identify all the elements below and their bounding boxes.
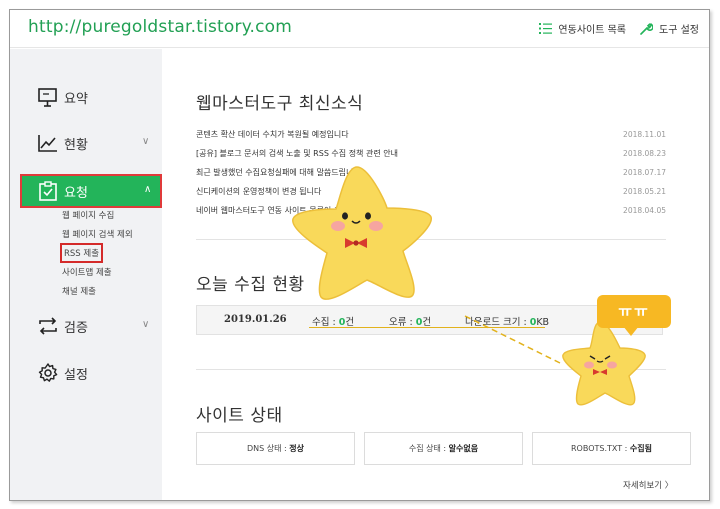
linked-sites-button[interactable]: 연동사이트 목록: [539, 21, 626, 36]
clipboard-check-icon: [39, 181, 57, 201]
browser-frame: http://puregoldstar.tistory.com 연동사이트 목록…: [9, 9, 710, 501]
sidebar-item-label: 요청: [64, 186, 88, 201]
news-date: 2018.08.23: [623, 149, 666, 158]
site-url[interactable]: http://puregoldstar.tistory.com: [28, 17, 292, 37]
chevron-up-icon: ∧: [144, 184, 152, 195]
news-text: [공유] 블로그 문서의 검색 노출 및 RSS 수집 정책 관련 안내: [196, 149, 398, 158]
news-text: 네이버 웹마스터도구 연동 사이트 목록이 추가되었습니다!: [196, 206, 389, 215]
sidebar: 요약 현황 ∨ 요청 ∧ 웹 페이지 수집 웹 페이지 검색 제외 RSS 제출…: [10, 49, 162, 500]
site-status-boxes: DNS 상태 : 정상 수집 상태 : 알수없음 ROBOTS.TXT : 수집…: [196, 432, 691, 465]
collect-stat: 수집 : 0건: [312, 317, 355, 328]
divider: [196, 239, 666, 240]
linked-sites-label: 연동사이트 목록: [558, 25, 627, 36]
chevron-down-icon: ∨: [142, 319, 150, 330]
news-text: 최근 발생했던 수집요청실패에 대해 말씀드립니다: [196, 168, 361, 177]
subitem-sitemap-submit[interactable]: 사이트맵 제출: [62, 266, 112, 278]
list-item[interactable]: [공유] 블로그 문서의 검색 노출 및 RSS 수집 정책 관련 안내 2018…: [196, 144, 666, 163]
sidebar-item-summary[interactable]: 요약: [20, 82, 162, 112]
download-stat: 다운로드 크기 : 0KB: [465, 317, 550, 328]
site-status-title: 사이트 상태: [196, 406, 283, 426]
news-text: 신디케이션의 운영정책이 변경 됩니다: [196, 187, 322, 196]
sync-arrows-icon: [39, 317, 57, 335]
sidebar-item-settings[interactable]: 설정: [20, 358, 162, 388]
wrench-icon: [640, 23, 654, 35]
list-item[interactable]: 최근 발생했던 수집요청실패에 대해 말씀드립니다 2018.07.17: [196, 163, 666, 182]
more-details-link[interactable]: 자세히보기 〉: [623, 479, 673, 491]
tool-settings-button[interactable]: 도구 설정: [640, 21, 699, 36]
list-icon: [539, 23, 553, 34]
list-item[interactable]: 콘텐츠 확산 데이터 수치가 복원될 예정입니다 2018.11.01: [196, 125, 666, 144]
subitem-channel-submit[interactable]: 채널 제출: [62, 285, 96, 297]
sidebar-item-label: 검증: [64, 321, 88, 336]
sidebar-item-verify[interactable]: 검증 ∨: [20, 311, 162, 341]
main-content: 웹마스터도구 최신소식 콘텐츠 확산 데이터 수치가 복원될 예정입니다 2018…: [163, 49, 709, 500]
sidebar-item-label: 현황: [64, 138, 88, 153]
tool-settings-label: 도구 설정: [659, 25, 699, 36]
subitem-rss-submit[interactable]: RSS 제출: [59, 243, 104, 263]
news-date: 2018.07.17: [623, 168, 666, 177]
collect-status-box: 수집 상태 : 알수없음: [364, 432, 523, 465]
news-text: 콘텐츠 확산 데이터 수치가 복원될 예정입니다: [196, 130, 349, 139]
subitem-page-collect[interactable]: 웹 페이지 수집: [62, 209, 114, 221]
dns-status-box: DNS 상태 : 정상: [196, 432, 355, 465]
sidebar-item-label: 요약: [64, 92, 88, 107]
robots-status-box: ROBOTS.TXT : 수집됨: [532, 432, 691, 465]
divider: [196, 369, 666, 370]
news-date: 2018.05.21: [623, 187, 666, 196]
gear-icon: [38, 363, 58, 382]
line-chart-icon: [38, 135, 57, 152]
sidebar-item-status[interactable]: 현황 ∨: [20, 128, 162, 158]
top-bar: http://puregoldstar.tistory.com 연동사이트 목록…: [10, 10, 709, 48]
news-date: 2018.11.01: [623, 130, 666, 139]
list-item[interactable]: 네이버 웹마스터도구 연동 사이트 목록이 추가되었습니다! 2018.04.05: [196, 201, 666, 220]
highlight-underline: [309, 327, 545, 328]
today-title: 오늘 수집 현황: [196, 275, 305, 295]
top-nav: 연동사이트 목록 도구 설정: [539, 21, 699, 36]
sidebar-item-request[interactable]: 요청 ∧: [20, 174, 162, 208]
list-item[interactable]: 신디케이션의 운영정책이 변경 됩니다 2018.05.21: [196, 182, 666, 201]
news-list: 콘텐츠 확산 데이터 수치가 복원될 예정입니다 2018.11.01 [공유] …: [196, 125, 666, 220]
speech-bubble-tail: [623, 326, 639, 336]
chevron-down-icon: ∨: [142, 136, 150, 147]
sidebar-item-label: 설정: [64, 368, 88, 383]
error-stat: 오류 : 0건: [389, 317, 432, 328]
presentation-board-icon: [38, 88, 57, 107]
today-date: 2019.01.26: [224, 314, 287, 325]
news-title: 웹마스터도구 최신소식: [196, 94, 364, 114]
subitem-page-exclude[interactable]: 웹 페이지 검색 제외: [62, 228, 133, 240]
speech-bubble: ㅠㅠ: [597, 295, 671, 328]
today-stats-bar: 2019.01.26 수집 : 0건 오류 : 0건 다운로드 크기 : 0KB: [196, 305, 663, 335]
news-date: 2018.04.05: [623, 206, 666, 215]
